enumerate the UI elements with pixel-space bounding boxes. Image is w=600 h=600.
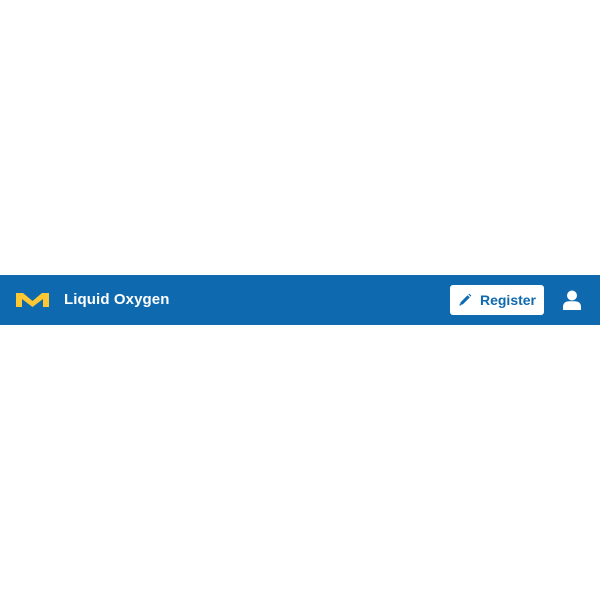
- top-navbar: Liquid Oxygen Register: [0, 275, 600, 325]
- register-button[interactable]: Register: [450, 285, 544, 315]
- register-label: Register: [479, 292, 537, 308]
- m-logo-icon[interactable]: [16, 293, 49, 307]
- site-title[interactable]: Liquid Oxygen: [64, 275, 169, 325]
- pencil-icon: [459, 293, 472, 306]
- user-icon[interactable]: [563, 290, 581, 310]
- page-viewport: Liquid Oxygen Register: [0, 0, 600, 600]
